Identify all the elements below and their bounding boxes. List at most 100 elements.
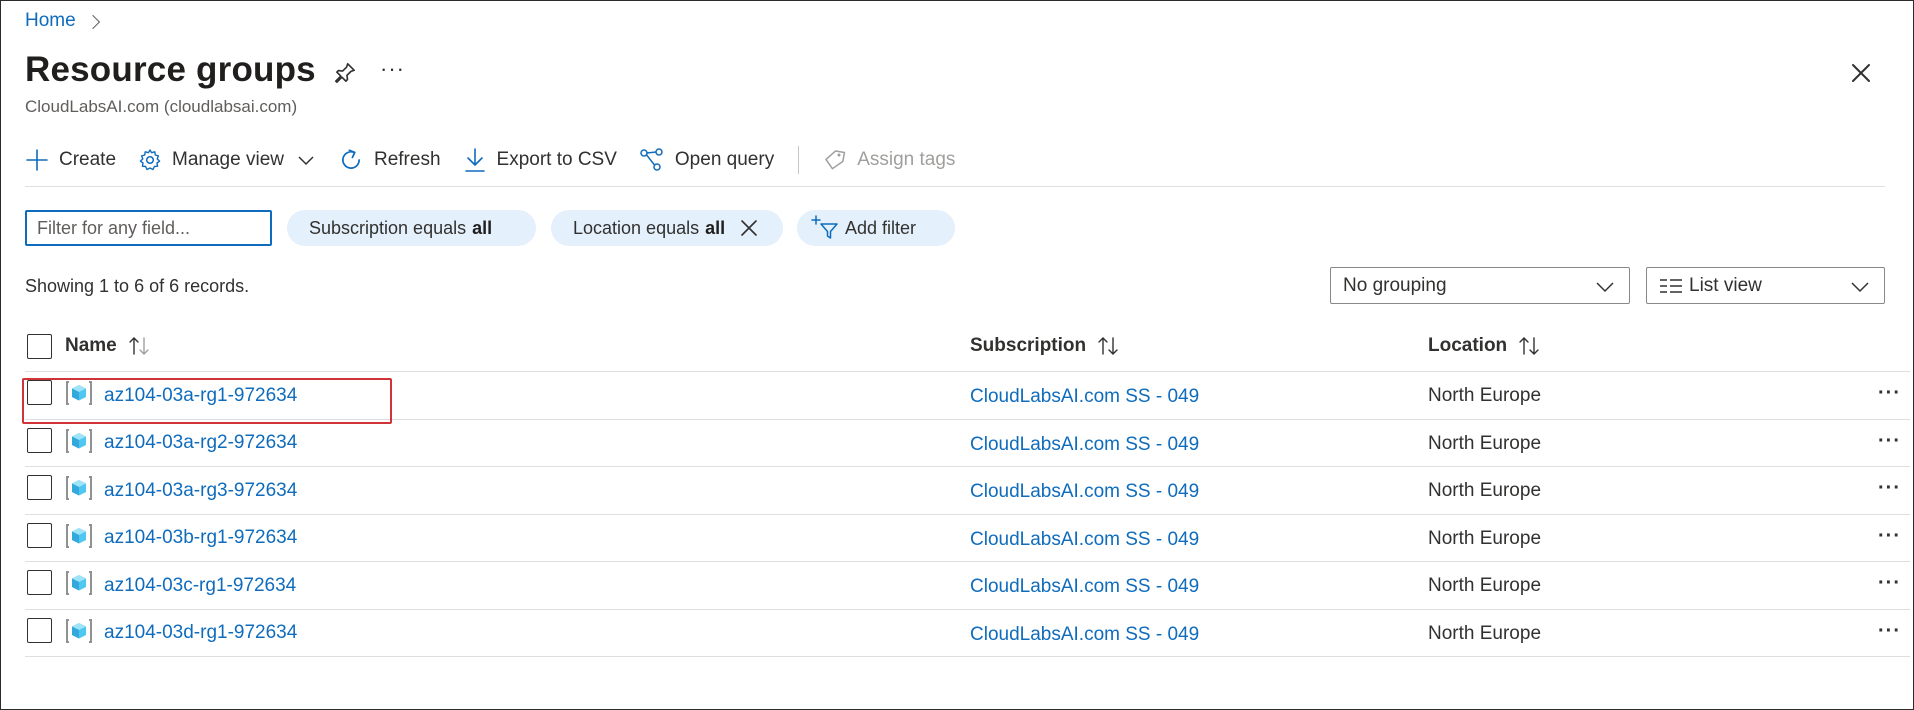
row-checkbox[interactable] — [27, 475, 52, 500]
refresh-button[interactable]: Refresh — [338, 147, 441, 173]
export-csv-label: Export to CSV — [496, 149, 617, 170]
manage-view-button[interactable]: Manage view — [138, 148, 316, 172]
subscription-link[interactable]: CloudLabsAI.com SS - 049 — [970, 481, 1199, 503]
refresh-icon — [342, 149, 360, 169]
resource-group-link[interactable]: az104-03a-rg2-972634 — [104, 432, 297, 454]
subscription-link[interactable]: CloudLabsAI.com SS - 049 — [970, 386, 1199, 408]
download-icon — [464, 148, 485, 172]
column-header-location[interactable]: Location — [1428, 335, 1541, 357]
row-name-cell: az104-03a-rg1-972634 — [65, 381, 297, 407]
add-filter-icon — [811, 215, 838, 239]
gear-icon — [139, 149, 161, 171]
location-cell: North Europe — [1428, 385, 1542, 406]
resource-group-icon — [66, 428, 92, 453]
manage-view-label: Manage view — [172, 149, 284, 170]
row-more-options-icon[interactable]: ··· — [1878, 620, 1901, 643]
close-icon[interactable] — [1846, 58, 1876, 88]
row-name-cell: az104-03a-rg3-972634 — [65, 476, 297, 502]
sort-icon — [1519, 337, 1539, 355]
resource-groups-table: Name Subscription Location az104-03a-rg1… — [25, 322, 1910, 657]
query-graph-icon — [640, 148, 663, 171]
row-more-options-icon[interactable]: ··· — [1878, 477, 1901, 500]
row-name-cell: az104-03a-rg2-972634 — [65, 428, 297, 455]
pin-icon[interactable] — [332, 60, 358, 86]
column-header-name[interactable]: Name — [65, 335, 151, 357]
resource-group-icon — [66, 618, 92, 643]
table-row[interactable]: az104-03a-rg2-972634 CloudLabsAI.com SS … — [25, 420, 1910, 467]
column-location-label: Location — [1428, 335, 1508, 356]
toolbar-divider — [798, 146, 800, 174]
resource-group-icon — [66, 523, 92, 548]
row-name-cell: az104-03b-rg1-972634 — [65, 523, 297, 550]
table-row[interactable]: az104-03c-rg1-972634 CloudLabsAI.com SS … — [25, 562, 1910, 610]
chevron-down-icon — [298, 156, 314, 166]
location-filter-pill[interactable]: Location equals all — [551, 210, 783, 246]
resource-group-icon — [66, 476, 92, 500]
select-all-checkbox[interactable] — [27, 334, 52, 359]
subscription-link[interactable]: CloudLabsAI.com SS - 049 — [970, 576, 1199, 598]
open-query-label: Open query — [674, 149, 775, 170]
page-title: Resource groups — [25, 50, 316, 89]
table-row[interactable]: az104-03a-rg3-972634 CloudLabsAI.com SS … — [25, 467, 1910, 515]
sort-icon — [1098, 337, 1118, 355]
row-checkbox[interactable] — [27, 570, 52, 595]
grouping-selected: No grouping — [1343, 274, 1447, 296]
toolbar-separator — [25, 186, 1885, 187]
resource-group-link[interactable]: az104-03c-rg1-972634 — [104, 575, 296, 597]
resource-group-link[interactable]: az104-03a-rg3-972634 — [104, 480, 297, 502]
grouping-dropdown[interactable]: No grouping — [1330, 267, 1630, 304]
column-header-subscription[interactable]: Subscription — [970, 335, 1120, 357]
assign-tags-button[interactable]: Assign tags — [823, 148, 955, 172]
table-row[interactable]: az104-03a-rg1-972634 CloudLabsAI.com SS … — [25, 372, 1910, 420]
add-filter-button[interactable]: Add filter — [797, 210, 955, 246]
table-row[interactable]: az104-03b-rg1-972634 CloudLabsAI.com SS … — [25, 515, 1910, 562]
add-filter-label: Add filter — [845, 217, 917, 238]
resource-group-link[interactable]: az104-03b-rg1-972634 — [104, 527, 297, 549]
row-checkbox[interactable] — [27, 427, 52, 453]
breadcrumb-home-link[interactable]: Home — [25, 10, 76, 32]
refresh-label: Refresh — [373, 149, 441, 170]
location-filter-label: Location equals — [573, 217, 700, 238]
row-more-options-icon[interactable]: ··· — [1878, 525, 1901, 548]
subscription-link[interactable]: CloudLabsAI.com SS - 049 — [970, 529, 1199, 551]
plus-icon — [26, 149, 48, 171]
row-checkbox[interactable] — [27, 380, 52, 405]
row-more-options-icon[interactable]: ··· — [1878, 382, 1901, 405]
subscription-filter-label: Subscription equals — [309, 217, 467, 238]
create-label: Create — [59, 149, 117, 170]
breadcrumb: Home — [25, 10, 100, 32]
subscription-link[interactable]: CloudLabsAI.com SS - 049 — [970, 434, 1199, 456]
view-dropdown[interactable]: List view — [1646, 267, 1885, 304]
location-cell: North Europe — [1428, 432, 1542, 454]
subscription-link[interactable]: CloudLabsAI.com SS - 049 — [970, 624, 1199, 646]
export-csv-button[interactable]: Export to CSV — [463, 147, 617, 173]
row-checkbox[interactable] — [27, 522, 52, 548]
row-name-cell: az104-03c-rg1-972634 — [65, 571, 296, 597]
open-query-button[interactable]: Open query — [639, 147, 774, 173]
create-button[interactable]: Create — [25, 148, 116, 172]
more-options-icon[interactable]: ··· — [380, 56, 405, 82]
remove-filter-icon[interactable] — [739, 218, 759, 238]
resource-group-link[interactable]: az104-03d-rg1-972634 — [104, 622, 297, 644]
row-more-options-icon[interactable]: ··· — [1878, 430, 1901, 453]
chevron-down-icon — [1851, 282, 1869, 293]
row-checkbox[interactable] — [27, 617, 52, 643]
location-filter-value: all — [705, 217, 726, 238]
location-cell: North Europe — [1428, 622, 1542, 644]
view-selected: List view — [1689, 274, 1762, 296]
filter-search-input[interactable] — [25, 210, 272, 246]
column-name-label: Name — [65, 335, 117, 356]
row-more-options-icon[interactable]: ··· — [1878, 572, 1901, 595]
subscription-filter-pill[interactable]: Subscription equals all — [287, 210, 536, 246]
row-name-cell: az104-03d-rg1-972634 — [65, 618, 297, 645]
resource-group-link[interactable]: az104-03a-rg1-972634 — [104, 385, 297, 407]
tag-icon — [825, 150, 846, 170]
location-cell: North Europe — [1428, 480, 1542, 501]
resource-group-icon — [66, 381, 92, 405]
chevron-down-icon — [1596, 282, 1614, 293]
records-count-text: Showing 1 to 6 of 6 records. — [25, 276, 250, 296]
sort-ascending-icon — [129, 337, 149, 355]
table-row[interactable]: az104-03d-rg1-972634 CloudLabsAI.com SS … — [25, 610, 1910, 657]
subscription-filter-value: all — [472, 217, 493, 238]
table-header: Name Subscription Location — [25, 322, 1910, 372]
